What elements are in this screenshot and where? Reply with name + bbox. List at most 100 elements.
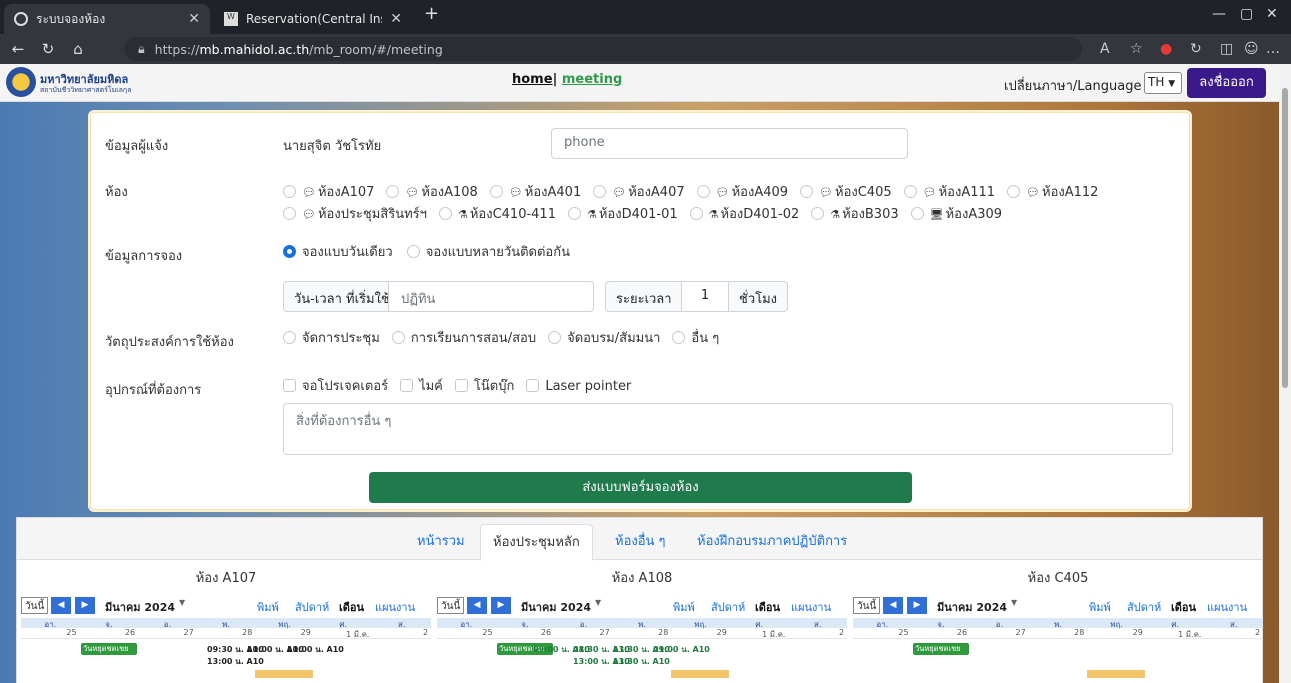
prev-month-button[interactable]: ◀ <box>51 597 71 614</box>
day-number[interactable]: 26 <box>80 628 139 638</box>
chevron-down-icon[interactable]: ▼ <box>1011 598 1017 607</box>
back-icon[interactable]: ← <box>4 40 32 58</box>
room-option[interactable]: 💬︎ ห้องA107 <box>283 181 374 202</box>
next-month-button[interactable]: ▶ <box>75 597 95 614</box>
room-option[interactable]: 💬︎ ห้องA112 <box>1007 181 1098 202</box>
prev-month-button[interactable]: ◀ <box>467 597 487 614</box>
week-view-button[interactable]: สัปดาห์ <box>1127 598 1161 616</box>
profile-avatar[interactable]: ☺ <box>1244 41 1259 57</box>
day-number[interactable]: 27 <box>554 628 613 638</box>
equipment-checkbox[interactable]: ไมค์ <box>400 375 443 396</box>
chevron-down-icon[interactable]: ▼ <box>595 598 601 607</box>
room-option[interactable]: ⚗ ห้องD401-01 <box>567 203 678 224</box>
language-select[interactable]: TH ▼ <box>1144 72 1182 94</box>
url-field[interactable]: 🔒︎ https://mb.mahidol.ac.th/mb_room/#/me… <box>124 37 1082 61</box>
day-number[interactable]: 28 <box>197 628 256 638</box>
week-view-button[interactable]: สัปดาห์ <box>295 598 329 616</box>
print-button[interactable]: พิมพ์ <box>1089 598 1111 616</box>
more-menu-icon[interactable]: … <box>1266 41 1280 57</box>
room-option[interactable]: ⚗ ห้องB303 <box>811 203 899 224</box>
refresh-extension-icon[interactable]: ↻ <box>1190 41 1202 57</box>
holiday-event[interactable]: วันหยุดชดเชย <box>913 643 969 655</box>
room-option[interactable]: ⚗ ห้องC410-411 <box>438 203 556 224</box>
agenda-view-button[interactable]: แผนงาน <box>375 598 415 616</box>
duration-input[interactable]: 1 <box>681 281 729 312</box>
next-month-button[interactable]: ▶ <box>491 597 511 614</box>
phone-input[interactable]: phone <box>551 128 908 159</box>
tab-main-meeting-rooms[interactable]: ห้องประชุมหลัก <box>480 524 593 561</box>
day-number[interactable]: 29 <box>671 628 730 638</box>
room-option[interactable]: 💬︎ ห้องA401 <box>489 181 581 202</box>
room-option[interactable]: 💬︎ ห้องA409 <box>696 181 788 202</box>
room-option[interactable]: 💬︎ ห้องประชุมสิรินทร์ฯ <box>283 203 427 224</box>
booking-event[interactable]: 13:00 น. A10 <box>207 655 264 668</box>
nav-home-link[interactable]: home <box>512 72 553 87</box>
split-screen-icon[interactable]: ◫ <box>1220 41 1233 57</box>
extension-icon[interactable]: ● <box>1160 41 1172 57</box>
day-number[interactable]: 2 <box>788 628 847 638</box>
day-number[interactable]: 2 <box>372 628 431 638</box>
booking-single-radio[interactable]: จองแบบวันเดียว <box>283 245 393 260</box>
page-scrollbar[interactable] <box>1279 64 1291 683</box>
home-icon[interactable]: ⌂ <box>64 40 92 58</box>
start-datetime-input[interactable]: ปฏิทิน <box>388 281 594 312</box>
room-option[interactable]: ⚗ ห้องD401-02 <box>689 203 799 224</box>
calendar-month[interactable]: มีนาคม 2024 <box>937 598 1007 616</box>
day-number[interactable]: 1 มี.ค. <box>314 628 373 639</box>
new-tab-icon[interactable]: + <box>424 3 439 24</box>
day-number[interactable]: 26 <box>912 628 971 638</box>
booking-event[interactable]: 10:00 น. A10 <box>287 643 344 656</box>
reload-icon[interactable]: ↻ <box>34 40 62 58</box>
tab-overview[interactable]: หน้ารวม <box>417 530 465 551</box>
logout-button[interactable]: ลงชื่อออก <box>1187 68 1266 98</box>
day-number[interactable]: 1 มี.ค. <box>730 628 789 639</box>
today-button[interactable]: วันนี้ <box>21 597 49 614</box>
day-number[interactable]: 1 มี.ค. <box>1146 628 1205 639</box>
booking-event[interactable]: 13:30 น. A10 <box>613 655 670 668</box>
day-number[interactable]: 25 <box>853 628 912 638</box>
day-number[interactable]: 25 <box>437 628 496 638</box>
equipment-checkbox[interactable]: โน๊ตบุ๊ก <box>454 375 514 396</box>
next-month-button[interactable]: ▶ <box>907 597 927 614</box>
print-button[interactable]: พิมพ์ <box>673 598 695 616</box>
day-number[interactable]: 28 <box>613 628 672 638</box>
tab-training-rooms[interactable]: ห้องฝึกอบรมภาคปฏิบัติการ <box>697 530 847 551</box>
tab-other-rooms[interactable]: ห้องอื่น ๆ <box>615 530 666 551</box>
month-view-button[interactable]: เดือน <box>755 598 780 616</box>
submit-booking-button[interactable]: ส่งแบบฟอร์มจองห้อง <box>369 472 912 503</box>
agenda-view-button[interactable]: แผนงาน <box>1207 598 1247 616</box>
today-button[interactable]: วันนี้ <box>853 597 881 614</box>
other-needs-textarea[interactable]: สิ่งที่ต้องการอื่น ๆ <box>283 403 1173 455</box>
purpose-radio[interactable]: จัดอบรม/สัมมนา <box>548 327 660 348</box>
equipment-checkbox[interactable]: จอโปรเจคเตอร์ <box>283 375 388 396</box>
read-aloud-icon[interactable]: A <box>1100 41 1110 57</box>
favorite-star-icon[interactable]: ☆ <box>1130 41 1143 57</box>
room-option[interactable]: 💬︎ ห้องA111 <box>903 181 995 202</box>
day-number[interactable]: 28 <box>1029 628 1088 638</box>
calendar-month[interactable]: มีนาคม 2024 <box>521 598 591 616</box>
holiday-event[interactable]: วันหยุดชดเชย <box>81 643 137 655</box>
day-number[interactable]: 26 <box>496 628 555 638</box>
nav-meeting-link[interactable]: meeting <box>562 72 622 87</box>
purpose-radio[interactable]: จัดการประชุม <box>283 327 380 348</box>
scrollbar-thumb[interactable] <box>1282 88 1288 388</box>
chevron-down-icon[interactable]: ▼ <box>179 598 185 607</box>
week-view-button[interactable]: สัปดาห์ <box>711 598 745 616</box>
print-button[interactable]: พิมพ์ <box>257 598 279 616</box>
day-number[interactable]: 25 <box>21 628 80 638</box>
close-tab-icon[interactable]: ✕ <box>188 11 200 27</box>
day-number[interactable]: 2 <box>1204 628 1263 638</box>
month-view-button[interactable]: เดือน <box>339 598 364 616</box>
agenda-view-button[interactable]: แผนงาน <box>791 598 831 616</box>
today-button[interactable]: วันนี้ <box>437 597 465 614</box>
month-view-button[interactable]: เดือน <box>1171 598 1196 616</box>
equipment-checkbox[interactable]: Laser pointer <box>526 379 631 394</box>
purpose-radio[interactable]: การเรียนการสอน/สอบ <box>391 327 536 348</box>
room-option[interactable]: 🖥︎ ห้องA309 <box>910 203 1002 224</box>
booking-multi-radio[interactable]: จองแบบหลายวันติดต่อกัน <box>406 245 570 260</box>
day-number[interactable]: 29 <box>1087 628 1146 638</box>
calendar-month[interactable]: มีนาคม 2024 <box>105 598 175 616</box>
room-option[interactable]: 💬︎ ห้องC405 <box>800 181 892 202</box>
close-tab-icon[interactable]: ✕ <box>390 11 402 27</box>
browser-tab[interactable]: W Reservation(Central Instrument) ✕ <box>214 4 412 34</box>
